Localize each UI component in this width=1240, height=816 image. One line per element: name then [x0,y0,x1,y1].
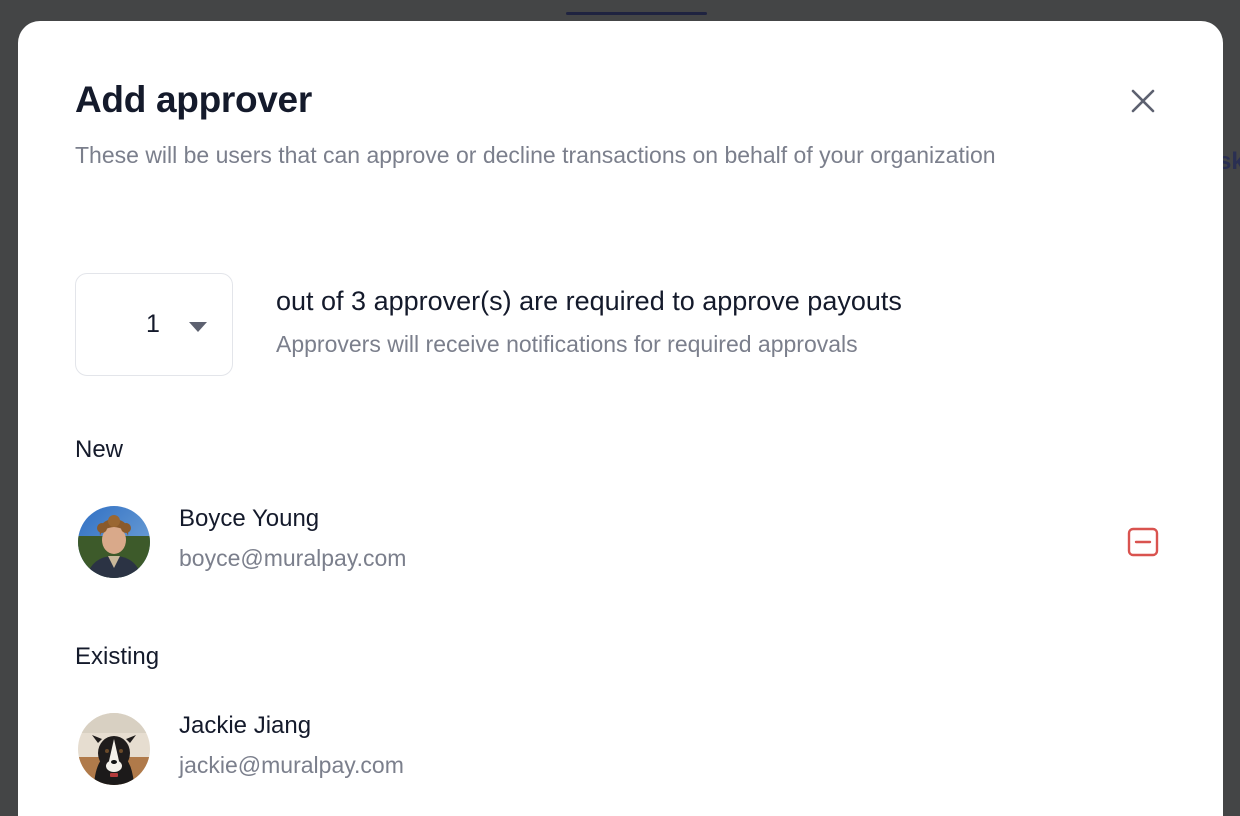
remove-approver-button[interactable] [1127,526,1159,558]
close-icon [1131,89,1155,113]
caret-down-icon [189,322,207,332]
new-section-label: New [75,436,124,463]
required-approvers-select[interactable]: 1 [75,273,233,376]
approver-name: Boyce Young [179,505,320,532]
new-approver-row: Boyce Young boyce@muralpay.com [75,503,1165,583]
approver-email: jackie@muralpay.com [179,752,404,778]
modal-subtitle: These will be users that can approve or … [75,142,996,168]
modal-title: Add approver [75,79,312,120]
approver-email: boyce@muralpay.com [179,545,407,571]
avatar [78,506,150,578]
approver-name: Jackie Jiang [179,712,312,739]
close-button[interactable] [1127,85,1159,117]
requirement-hint: Approvers will receive notifications for… [276,331,858,357]
selected-count: 1 [146,310,160,338]
modal-backdrop: sk Add approver These will be users that… [0,0,1240,816]
existing-approver-row: Jackie Jiang jackie@muralpay.com [75,710,1165,790]
existing-section-label: Existing [75,643,160,670]
background-tab-indicator [566,12,707,15]
minus-square-icon [1127,527,1159,557]
requirement-text: out of 3 approver(s) are required to app… [276,286,902,316]
add-approver-modal: Add approver These will be users that ca… [18,21,1223,816]
avatar [78,713,150,785]
